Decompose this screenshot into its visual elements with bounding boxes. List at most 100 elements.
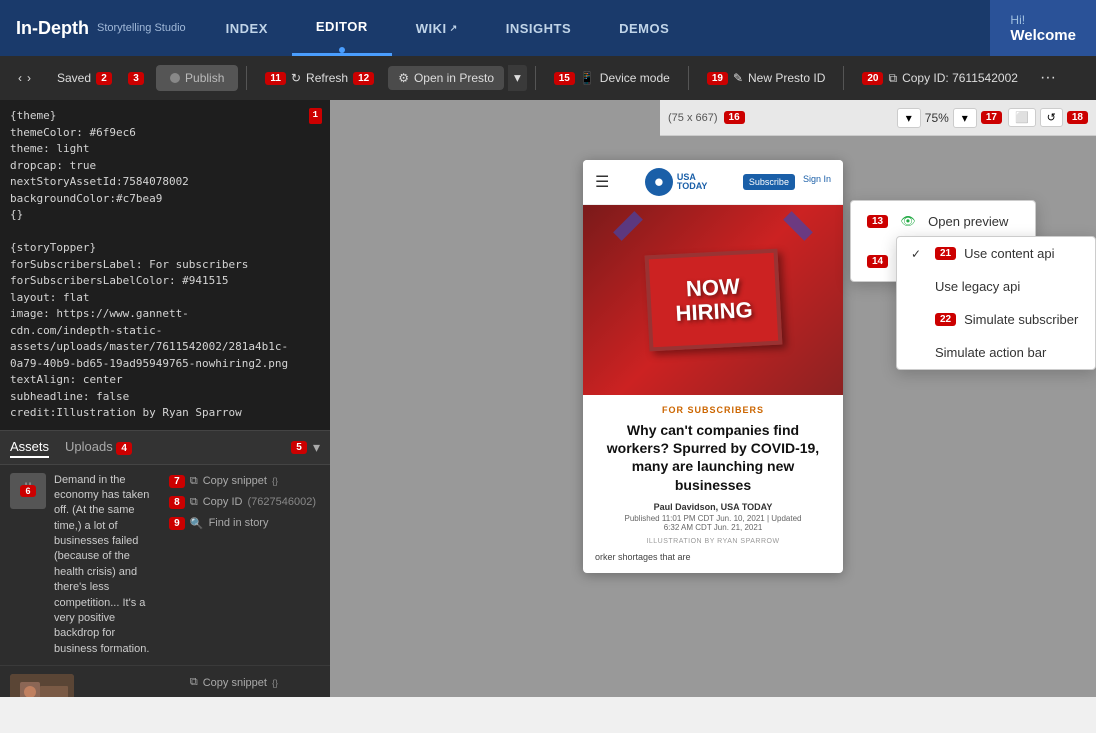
badge-13: 13: [867, 215, 888, 228]
refresh-button[interactable]: 11 ↻ Refresh 12: [255, 66, 384, 90]
editor-toolbar: ‹ › Saved 2 3 Publish 11 ↻ Refresh 12 ⚙ …: [0, 56, 1096, 100]
refresh-icon: ↻: [291, 71, 301, 85]
badge-18: 18: [1067, 111, 1088, 124]
nav-item-index[interactable]: INDEX: [202, 0, 292, 56]
forward-icon: ›: [27, 71, 31, 85]
article-body: orker shortages that are: [595, 551, 831, 564]
now-hiring-sign: NOW HIRING: [644, 248, 782, 351]
device-rotate-button[interactable]: ↺: [1040, 108, 1063, 127]
edit-icon: ✎: [733, 71, 743, 85]
code-editor[interactable]: 1 {theme} themeColor: #6f9ec6 theme: lig…: [0, 100, 330, 430]
left-panel: 1 {theme} themeColor: #6f9ec6 theme: lig…: [0, 100, 330, 697]
preview-hero-image: NOW HIRING: [583, 205, 843, 395]
toolbar-separator: [246, 66, 247, 90]
toolbar-separator-2: [535, 66, 536, 90]
usa-today-logo: ⬤ USA TODAY: [645, 168, 708, 196]
dimensions-label: (75 x 667): [668, 112, 718, 124]
badge-9: 9: [169, 517, 185, 530]
saved-section: ‹ › Saved 2 3: [8, 66, 144, 90]
copy-id-button-2[interactable]: ⧉ Copy ID (7628131002): [186, 695, 320, 697]
code-content: {theme} themeColor: #6f9ec6 theme: light…: [10, 108, 320, 422]
publish-button[interactable]: Publish: [156, 65, 238, 91]
phone-icon: 📱: [580, 71, 595, 85]
asset-photo-thumb: [10, 674, 74, 697]
simulate-subscriber-item[interactable]: 22 Simulate subscriber: [897, 303, 1095, 336]
copy-snippet-button-1[interactable]: 7 ⧉ Copy snippet {}: [165, 473, 320, 490]
chevron-down-icon[interactable]: ▾: [313, 439, 320, 456]
use-legacy-api-item[interactable]: Use legacy api: [897, 270, 1095, 303]
zoom-controls: ▾ 75% ▾ 17: [897, 108, 1002, 128]
photo-preview-svg: [10, 674, 74, 697]
zoom-down-button[interactable]: ▾: [897, 108, 921, 128]
saved-badge: 2: [96, 72, 112, 85]
article-headline: Why can't companies find workers? Spurre…: [595, 421, 831, 494]
more-icon: ···: [1040, 69, 1056, 86]
for-subscribers-label: FOR SUBSCRIBERS: [595, 405, 831, 415]
find-in-story-button-1[interactable]: 9 🔍 Find in story: [165, 515, 320, 532]
brand-title: In-Depth: [16, 18, 89, 39]
saved-label: Saved: [57, 71, 91, 85]
asset-item-photo: 📷 ⧉ Copy snippet {} ⧉ Copy ID (762813100…: [0, 666, 330, 697]
copy-id-badge: 20: [862, 72, 883, 85]
gear-icon: ⚙: [398, 71, 409, 85]
new-presto-id-button[interactable]: 19 ✎ New Presto ID: [697, 66, 836, 90]
zoom-level: 75%: [925, 111, 949, 125]
device-portrait-button[interactable]: ⬜: [1008, 108, 1036, 127]
eye-icon: 👁: [898, 211, 918, 231]
presto-dropdown-arrow[interactable]: ▾: [508, 65, 527, 91]
asset-actions-1: 7 ⧉ Copy snippet {} 8 ⧉ Copy ID (7627546…: [165, 473, 320, 532]
publish-circle-icon: [170, 73, 180, 83]
device-mode-badge: 15: [554, 72, 575, 85]
preview-nav-bar: ☰ ⬤ USA TODAY Subscribe Sign In: [583, 160, 843, 205]
back-icon: ‹: [18, 71, 22, 85]
use-content-api-item[interactable]: ✓ 21 Use content api: [897, 237, 1095, 270]
new-presto-badge: 19: [707, 72, 728, 85]
nav-item-editor[interactable]: EDITOR: [292, 0, 392, 56]
copy-id-icon-1: ⧉: [190, 496, 198, 509]
logo-circle: ⬤: [645, 168, 673, 196]
assets-tabs: Assets Uploads 4: [10, 437, 132, 458]
open-in-presto-button[interactable]: ⚙ Open in Presto: [388, 66, 504, 90]
copy-icon: ⧉: [888, 71, 897, 86]
badge-5: 5: [291, 441, 307, 454]
badge-21: 21: [935, 247, 956, 260]
zoom-up-button[interactable]: ▾: [953, 108, 977, 128]
open-preview-item[interactable]: 13 👁 Open preview: [851, 201, 1035, 241]
more-options-button[interactable]: ···: [1032, 64, 1064, 92]
device-mode-button[interactable]: 15 📱 Device mode: [544, 66, 680, 90]
preview-article-content: FOR SUBSCRIBERS Why can't companies find…: [583, 395, 843, 573]
badge-14: 14: [867, 255, 888, 268]
tab-assets[interactable]: Assets: [10, 437, 49, 458]
logo-today: TODAY: [677, 182, 708, 191]
simulate-action-bar-item[interactable]: Simulate action bar: [897, 336, 1095, 369]
nav-item-wiki[interactable]: WIKI ↗: [392, 0, 482, 56]
badge-8: 8: [169, 496, 185, 509]
snippet-icon-2: ⧉: [190, 676, 198, 689]
logo-circle-text: ⬤: [655, 179, 663, 186]
nav-item-demos[interactable]: DEMOS: [595, 0, 693, 56]
navigation-arrows[interactable]: ‹ ›: [8, 66, 41, 90]
assets-panel: Assets Uploads 4 5 ▾ 6 " Demand in the: [0, 430, 330, 698]
nav-item-insights[interactable]: INSIGHTS: [482, 0, 595, 56]
asset-thumb-quote: 6 ": [10, 473, 46, 509]
copy-snippet-button-2[interactable]: ⧉ Copy snippet {}: [186, 674, 320, 691]
badge-6: 6: [20, 485, 36, 497]
preview-panel: (75 x 667) 16 ▾ 75% ▾ 17 ⬜ ↺ 18 10: [330, 100, 1096, 697]
subscribe-button[interactable]: Subscribe: [743, 174, 795, 190]
badge-3: 3: [128, 72, 144, 85]
badge-1: 1: [309, 108, 322, 124]
uploads-badge: 4: [116, 442, 132, 455]
welcome-section: Hi! Welcome: [990, 0, 1096, 56]
now-hiring-line2: HIRING: [675, 298, 753, 326]
copy-id-button[interactable]: 20 ⧉ Copy ID: 7611542002: [852, 66, 1028, 91]
nav-items: INDEX EDITOR WIKI ↗ INSIGHTS DEMOS: [202, 0, 991, 56]
copy-id-button-1[interactable]: 8 ⧉ Copy ID (7627546002): [165, 494, 320, 511]
brand-logo[interactable]: In-Depth Storytelling Studio: [0, 0, 202, 56]
preview-nav-buttons: Subscribe Sign In: [743, 174, 831, 190]
sign-in-link[interactable]: Sign In: [803, 174, 831, 190]
assets-header-right: 5 ▾: [291, 439, 320, 456]
preview-wrapper: ☰ ⬤ USA TODAY Subscribe Sign In: [583, 160, 843, 573]
article-byline: Paul Davidson, USA TODAY: [595, 502, 831, 512]
asset-actions-2: ⧉ Copy snippet {} ⧉ Copy ID (7628131002)…: [186, 674, 320, 697]
saved-button[interactable]: Saved 2: [47, 66, 122, 90]
